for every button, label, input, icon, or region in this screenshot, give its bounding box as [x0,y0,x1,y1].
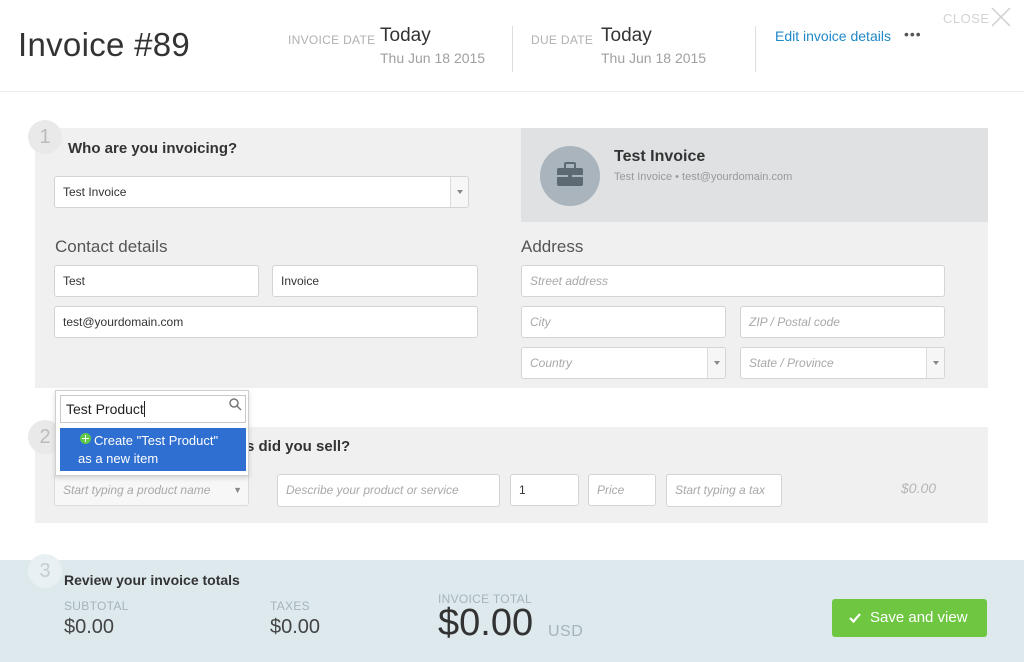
search-icon [229,398,242,411]
contact-details-title: Contact details [55,237,168,256]
chevron-down-icon: ▼ [233,485,242,495]
country-placeholder: Country [530,356,573,370]
street-address-field[interactable]: Street address [521,265,945,297]
invoice-header: Invoice #89 INVOICE DATE Today Thu Jun 1… [0,0,1024,92]
chevron-down-icon [450,177,468,207]
header-divider [512,26,513,72]
chevron-down-icon [707,348,725,378]
client-avatar [540,146,600,206]
check-icon [849,613,861,624]
due-date-label: DUE DATE [531,33,594,47]
country-select[interactable]: Country [521,347,726,379]
create-option-line1: Create "Test Product" [94,433,219,448]
product-name-select[interactable]: Start typing a product name ▼ [54,474,249,506]
invoice-date-label: INVOICE DATE [288,33,376,47]
plus-circle-icon [80,433,91,444]
product-search-input[interactable]: Test Product [60,395,246,423]
due-date-sub: Thu Jun 18 2015 [601,50,707,66]
quantity-field[interactable]: 1 [510,474,579,506]
price-field[interactable]: Price [588,474,656,506]
product-autocomplete-dropdown: Test Product Create "Test Product" as a … [55,390,249,476]
review-totals-title: Review your invoice totals [64,572,240,588]
items-section-title: s did you sell? [246,438,351,455]
product-placeholder: Start typing a product name [63,483,211,497]
save-and-view-button[interactable]: Save and view [832,599,987,637]
close-icon[interactable] [990,6,1012,28]
tax-field[interactable]: Start typing a tax [666,474,782,507]
client-sub: Test Invoice • test@yourdomain.com [614,171,793,183]
edit-invoice-details-link[interactable]: Edit invoice details [775,28,891,44]
chevron-down-icon [926,348,944,378]
city-field[interactable]: City [521,306,726,338]
first-name-field[interactable]: Test [54,265,259,297]
save-button-label: Save and view [870,609,968,626]
zip-field[interactable]: ZIP / Postal code [740,306,945,338]
line-total: $0.00 [901,480,937,496]
header-divider [755,26,756,72]
description-field[interactable]: Describe your product or service [277,474,500,507]
due-date-value[interactable]: Today [601,25,652,47]
last-name-field[interactable]: Invoice [272,265,478,297]
create-option-line2: as a new item [78,451,159,466]
invoice-date-sub: Thu Jun 18 2015 [380,50,486,66]
currency-label: USD [548,623,584,640]
invoice-total-value: $0.00 [438,602,534,644]
step-number-1: 1 [28,120,62,154]
state-select[interactable]: State / Province [740,347,945,379]
address-title: Address [521,237,584,256]
subtotal-value: $0.00 [64,616,115,638]
more-options-icon[interactable]: ••• [904,26,922,42]
taxes-value: $0.00 [270,616,321,638]
email-field[interactable]: test@yourdomain.com [54,306,478,338]
product-search-value: Test Product [66,401,144,417]
briefcase-icon [557,162,583,186]
client-select[interactable]: Test Invoice [54,176,469,208]
who-are-you-invoicing-title: Who are you invoicing? [68,140,238,157]
client-select-value: Test Invoice [63,185,127,199]
subtotal-label: SUBTOTAL [64,599,129,613]
client-name: Test Invoice [614,148,706,165]
state-placeholder: State / Province [749,356,834,370]
page-title: Invoice #89 [18,26,191,63]
close-label[interactable]: CLOSE [943,11,990,26]
create-new-item-option[interactable]: Create "Test Product" as a new item [60,428,246,471]
text-cursor [143,401,145,417]
taxes-label: TAXES [270,599,310,613]
step-number-3: 3 [28,554,62,588]
invoice-date-value[interactable]: Today [380,25,431,47]
